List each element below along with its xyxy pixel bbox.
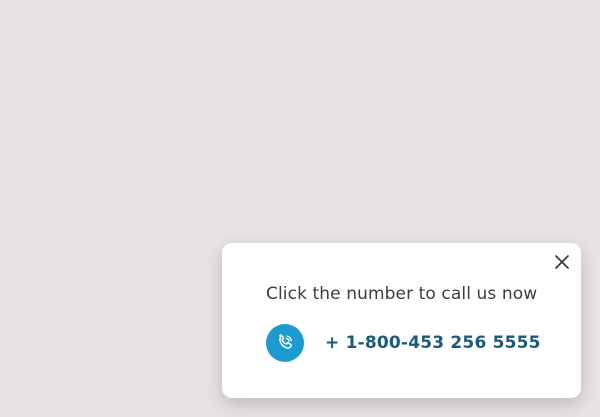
page-background: Click the number to call us now + 1-800-…: [0, 0, 600, 417]
close-button[interactable]: [553, 253, 571, 271]
call-row: + 1-800-453 256 5555: [266, 324, 541, 362]
phone-call-icon[interactable]: [266, 324, 304, 362]
close-icon: [555, 255, 569, 269]
call-us-message: Click the number to call us now: [266, 284, 538, 304]
phone-number-link[interactable]: + 1-800-453 256 5555: [325, 333, 541, 353]
call-us-popup: Click the number to call us now + 1-800-…: [222, 243, 581, 398]
